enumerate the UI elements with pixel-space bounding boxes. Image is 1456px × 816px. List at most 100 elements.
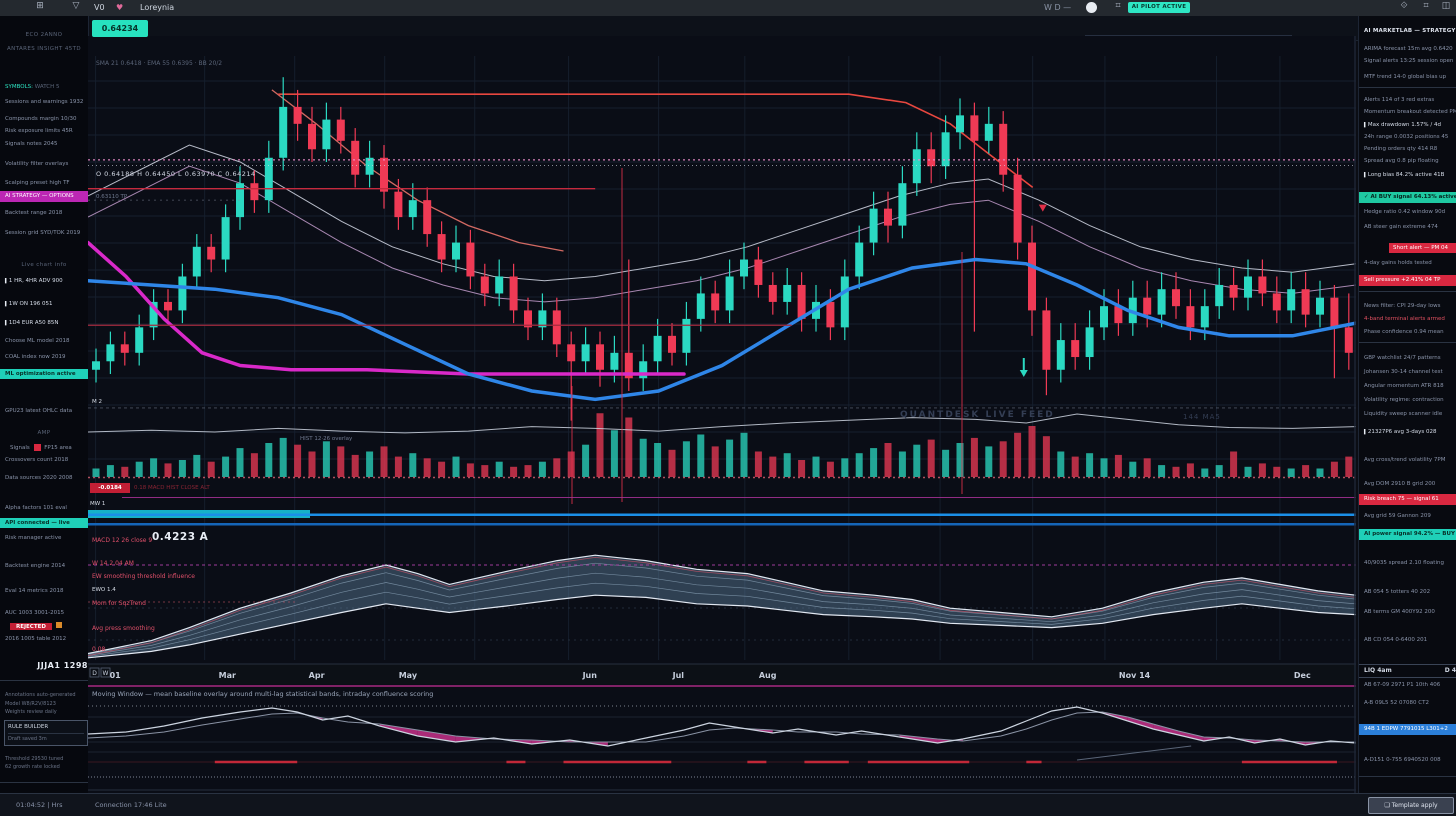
list-item[interactable]: Choose ML model 2018 [0, 338, 89, 344]
list-item[interactable]: AI MARKETLAB — STRATEGY PANEL [1359, 28, 1456, 34]
list-item[interactable]: 1 HR, 4HR ADV 900 [0, 278, 89, 284]
app-grid-icon[interactable]: ⊞ [30, 1, 50, 11]
list-item[interactable]: Risk exposure limits 45R [0, 128, 89, 134]
session-clock: 01:04:52 | Hrs [16, 801, 62, 809]
list-item[interactable]: Compounds margin 10/30 [0, 116, 89, 122]
list-item[interactable]: Sessions and warnings 1932 [0, 99, 89, 105]
list-item[interactable]: Signals notes 2045 [0, 141, 89, 147]
favorite-icon[interactable]: ♥ [116, 3, 123, 12]
list-item[interactable]: Backtest range 2018 [0, 210, 89, 216]
list-item[interactable]: AUC 1003 3001-2015 [0, 610, 89, 616]
list-item[interactable]: Liquidity sweep scanner idle [1359, 411, 1456, 417]
list-item[interactable]: AB steer gain extreme 474 [1359, 224, 1456, 230]
window-icon[interactable]: ◫ [1436, 1, 1456, 11]
list-item[interactable]: Avg DOM 2910 B grid 200 [1359, 481, 1456, 487]
list-item[interactable]: News filter: CPI 29-day lows [1359, 303, 1456, 309]
list-item[interactable]: Scalping preset high TF [0, 180, 89, 186]
chart-overlay-label: 0.18 MACD HIST CLOSE ALT [134, 485, 210, 491]
list-item[interactable]: Hedge ratio 0.42 window 90d [1359, 209, 1456, 215]
list-item[interactable]: 62 growth rate locked [0, 764, 89, 770]
list-item[interactable]: Signal alerts 13:25 session open [1359, 58, 1456, 64]
list-item[interactable]: 2016 1005 table 2012 [0, 636, 89, 642]
list-item[interactable]: Risk manager active [0, 535, 89, 541]
list-item[interactable]: AMP [0, 430, 88, 436]
list-item[interactable]: ✓ AI BUY signal 64.13% active [1359, 192, 1456, 203]
list-item[interactable]: Alpha factors 101 eval [0, 505, 89, 511]
list-item[interactable]: Eval 14 metrics 2018 [0, 588, 89, 594]
list-item[interactable]: 40/9035 spread 2.10 floating [1359, 560, 1456, 566]
list-item[interactable]: ARIMA forecast 15m avg 0.6420 [1359, 46, 1456, 52]
list-item[interactable]: Crossovers count 2018 [0, 457, 89, 463]
list-item[interactable]: 94B 1 EDPW 7791015 L301+2 [1359, 724, 1456, 735]
list-item[interactable]: Johansen 30-14 channel test [1359, 369, 1456, 375]
connection-status: Connection 17:46 Lite [95, 801, 167, 809]
list-item[interactable]: Weights review daily [0, 709, 89, 715]
list-item[interactable]: GBP watchlist 24/7 patterns [1359, 355, 1456, 361]
list-item[interactable]: Short alert — PM 04 [1389, 243, 1456, 253]
list-item[interactable]: 1D4 EUR A50 85N [0, 320, 89, 326]
list-item[interactable]: 24h range 0.0032 positions 45 [1359, 134, 1456, 140]
autopilot-pill-button[interactable]: AI PILOT ACTIVE [1128, 2, 1190, 13]
list-item[interactable]: LIQ 4amⅮ 4M [1359, 664, 1456, 678]
list-item[interactable]: ML optimization active [0, 369, 89, 379]
list-item[interactable]: Risk breach 75 — signal 61 [1359, 494, 1456, 505]
list-item[interactable]: 4-day gains holds tested [1359, 260, 1456, 266]
list-item[interactable]: AB terms GM 400Y92 200 [1359, 609, 1456, 615]
list-item[interactable]: AB 67-09 2971 P1 10th 406 [1359, 682, 1456, 688]
list-item[interactable]: Avg cross/trend volatility 7PM [1359, 457, 1456, 463]
list-item[interactable]: COAL index now 2019 [0, 354, 89, 360]
list-item[interactable]: AI STRATEGY — OPTIONS [0, 191, 89, 202]
list-item[interactable]: Volatility regime: contraction [1359, 397, 1456, 403]
list-item[interactable]: Max drawdown 1.57% / 4d [1359, 122, 1456, 128]
chart-overlay-label: Mom for SqzTrend [92, 600, 146, 607]
list-item[interactable]: SYMBOLS: WATCH 5 [0, 84, 89, 90]
list-item[interactable]: Alerts 114 of 3 red extras [1359, 97, 1456, 103]
list-item[interactable]: A-B 09L5 52 07080 CT2 [1359, 700, 1456, 706]
list-item[interactable]: MTF trend 14-0 global bias up [1359, 74, 1456, 80]
list-item[interactable]: Backtest engine 2014 [0, 563, 89, 569]
grid-icon[interactable]: ⌗ [1416, 1, 1436, 11]
list-item[interactable]: Model W8/R2V/8123 [0, 701, 89, 707]
bid-price-button[interactable]: 0.64234 [92, 20, 148, 37]
layout-grid-icon[interactable]: ⌗ [1108, 1, 1128, 11]
dropdown-icon[interactable]: ▽ [66, 1, 86, 11]
list-item[interactable]: Volatility filter overlays [0, 161, 89, 167]
list-item[interactable]: Spread avg 0.8 pip floating [1359, 158, 1456, 164]
list-item[interactable]: REJECTED [0, 622, 89, 630]
list-item[interactable]: API connected — live [0, 518, 89, 528]
list-item[interactable]: Live chart info [0, 262, 88, 268]
list-item[interactable]: RULE BUILDERDraft saved 3m [4, 720, 88, 746]
list-item[interactable]: AB 054 5 totters 40 202 [1359, 589, 1456, 595]
list-item[interactable]: Phase confidence 0.94 mean [1359, 329, 1456, 335]
list-item[interactable]: JJJA1 1298 [0, 661, 89, 670]
list-item[interactable]: Session grid SYD/TOK 2019 [0, 230, 89, 236]
list-item[interactable]: 4-band terminal alerts armed [1359, 316, 1456, 322]
list-item[interactable]: A-D151 0-755 6940520 008 [1359, 757, 1456, 763]
target-icon[interactable]: ⟐ [1394, 1, 1414, 11]
list-item[interactable]: Signals FP15 area [0, 444, 89, 451]
divider [0, 782, 88, 783]
list-item[interactable]: AB CD 054 0-6400 201 [1359, 637, 1456, 643]
account-avatar[interactable] [1086, 2, 1097, 13]
svg-text:Jul: Jul [672, 671, 685, 680]
list-item[interactable]: 21327P6 avg 3-days 028 [1359, 429, 1456, 435]
chart-overlay-label: EWO 1.4 [92, 587, 116, 593]
list-item[interactable]: ANTARES INSIGHT 45TD [0, 46, 88, 52]
list-item[interactable]: Data sources 2020 2008 [0, 475, 89, 481]
list-item[interactable]: Pending orders qty 414 R8 [1359, 146, 1456, 152]
list-item[interactable]: Long bias 84.2% active 41B [1359, 172, 1456, 178]
list-item[interactable]: Avg grid 59 Gannon 209 [1359, 513, 1456, 519]
list-item[interactable]: ECO 2ANNO [0, 32, 88, 38]
list-item[interactable]: AI power signal 94.2% — BUY [1359, 529, 1456, 540]
list-item[interactable]: Angular momentum ATR 818 [1359, 383, 1456, 389]
main-chart[interactable]: DW01MarAprMayJunJulAugNov 14Dec [88, 36, 1356, 793]
system-tray-label: W Ⅾ — [1044, 3, 1071, 12]
list-item[interactable]: Momentum breakout detected PM [1359, 109, 1456, 115]
list-item[interactable]: Annotations auto-generated [0, 692, 89, 698]
list-item[interactable]: Threshold 29530 tuned [0, 756, 89, 762]
list-item[interactable]: 1W ON 196 051 [0, 301, 89, 307]
template-apply-button[interactable]: Template apply [1368, 797, 1454, 814]
list-item[interactable]: Sell pressure +2.41% 04 TP [1359, 275, 1456, 286]
chart-overlay-label: 0.4223 A [152, 531, 208, 543]
list-item[interactable]: GPU23 latest OHLC data [0, 408, 89, 414]
